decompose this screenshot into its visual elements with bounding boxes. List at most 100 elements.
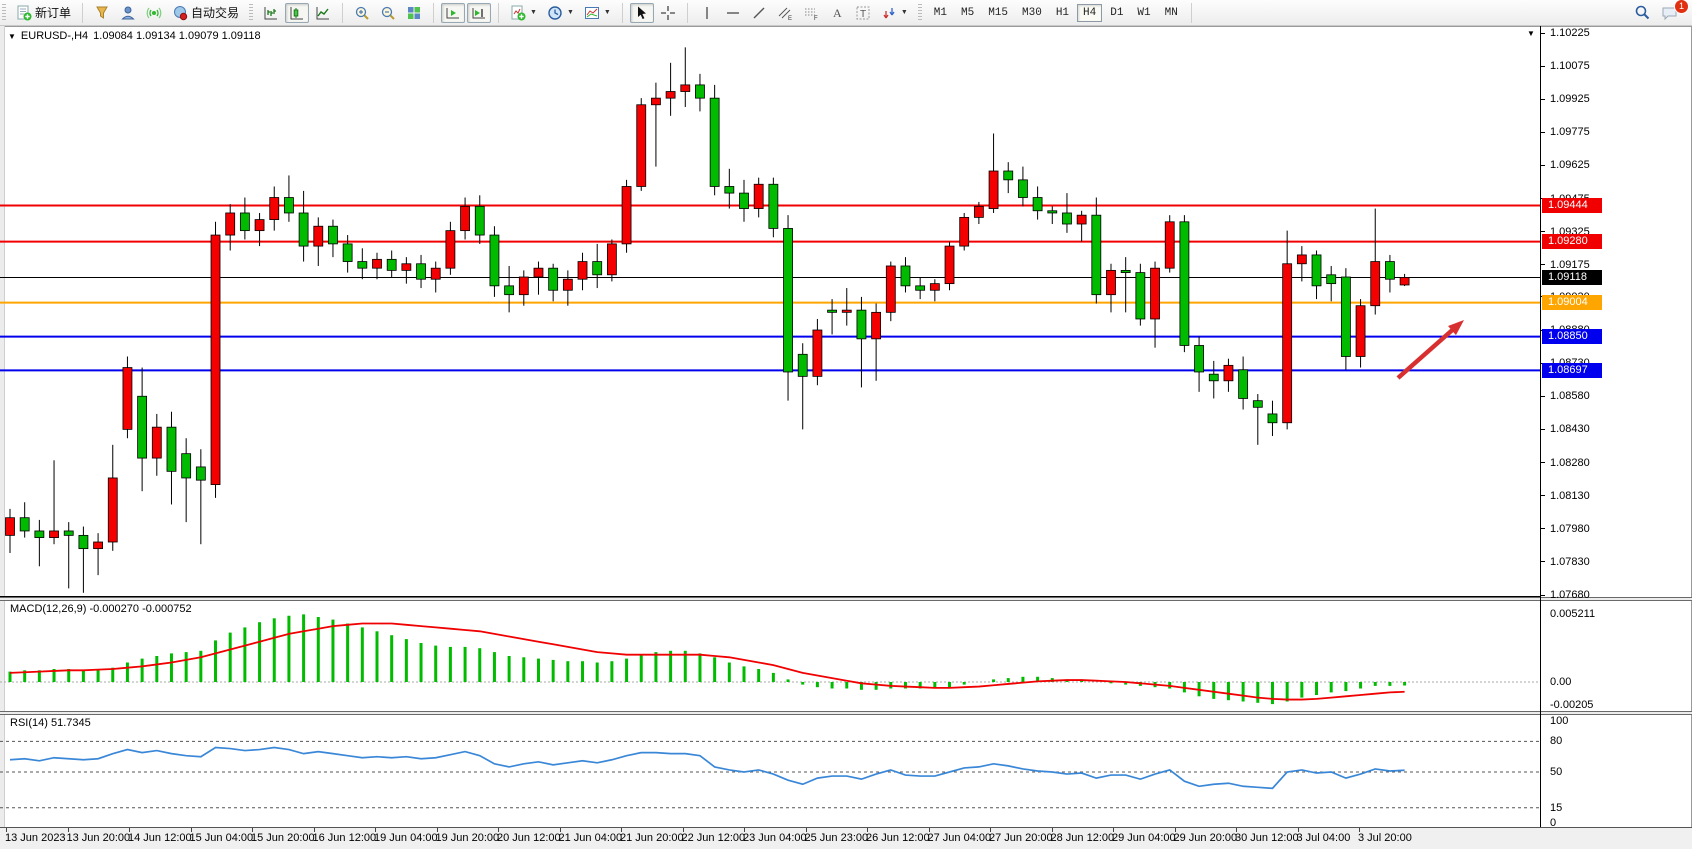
time-axis-label: 20 Jun 12:00 — [497, 832, 561, 844]
line-chart-icon — [315, 5, 331, 21]
arrows-icon — [881, 5, 897, 21]
profile-icon — [120, 5, 136, 21]
candle-body — [549, 268, 558, 290]
main-chart-plot[interactable] — [0, 26, 1692, 597]
periods-button[interactable]: ▼ — [543, 3, 578, 23]
price-axis-tick-mark — [1540, 595, 1545, 596]
line-chart-button[interactable] — [311, 3, 335, 23]
new-order-label: 新订单 — [35, 4, 71, 21]
funnel-icon — [94, 5, 110, 21]
candle — [35, 520, 44, 566]
trend-arrow-annotation[interactable] — [1398, 320, 1464, 378]
templates-button[interactable]: ▼ — [580, 3, 615, 23]
candle-body — [50, 531, 59, 538]
indicators-button[interactable]: ▼ — [506, 3, 541, 23]
text-label-button[interactable]: T — [851, 3, 875, 23]
vertical-line-button[interactable] — [695, 3, 719, 23]
svg-text:T: T — [860, 9, 866, 20]
arrows-button[interactable]: ▼ — [877, 3, 912, 23]
candle-body — [461, 206, 470, 230]
trendline-button[interactable] — [747, 3, 771, 23]
candle-body — [314, 226, 323, 246]
auto-trading-button[interactable]: 自动交易 — [168, 3, 243, 23]
horizontal-line-button[interactable] — [721, 3, 745, 23]
candle-body — [328, 226, 337, 244]
tab-timeframe-H4[interactable]: H4 — [1077, 4, 1102, 22]
svg-text:A: A — [833, 6, 842, 20]
chart-shift-button[interactable] — [467, 3, 491, 23]
candle-body — [1004, 171, 1013, 180]
candlestick-chart-button[interactable] — [285, 3, 309, 23]
time-axis-label: 14 Jun 12:00 — [128, 832, 192, 844]
market-watch-button[interactable] — [90, 3, 114, 23]
candle — [578, 253, 587, 291]
tab-timeframe-D1[interactable]: D1 — [1104, 4, 1129, 22]
candle-body — [960, 217, 969, 246]
tab-timeframe-MN[interactable]: MN — [1159, 4, 1184, 22]
tab-timeframe-M5[interactable]: M5 — [955, 4, 980, 22]
time-axis[interactable]: 13 Jun 202313 Jun 20:0014 Jun 12:0015 Ju… — [0, 827, 1692, 849]
price-axis-tick: 1.08430 — [1550, 422, 1590, 436]
candle — [725, 169, 734, 209]
candle — [1165, 215, 1174, 272]
candle-body — [725, 186, 734, 193]
candle-body — [1062, 213, 1071, 224]
equidistant-channel-button[interactable]: E — [773, 3, 797, 23]
candle — [1092, 198, 1101, 304]
horizontal-line-icon — [725, 5, 741, 21]
tab-timeframe-H1[interactable]: H1 — [1050, 4, 1075, 22]
fibonacci-button[interactable]: F — [799, 3, 823, 23]
zoom-out-button[interactable] — [376, 3, 400, 23]
candle-body — [1195, 345, 1204, 371]
candle — [167, 412, 176, 505]
price-axis-tick-mark — [1540, 33, 1545, 34]
time-axis-label: 19 Jun 20:00 — [436, 832, 500, 844]
rsi-panel[interactable] — [0, 715, 1692, 827]
tab-timeframe-M1[interactable]: M1 — [928, 4, 953, 22]
tab-timeframe-M30[interactable]: M30 — [1016, 4, 1048, 22]
candle — [1356, 299, 1365, 367]
new-order-button[interactable]: 新订单 — [12, 3, 75, 23]
zoom-out-icon — [380, 5, 396, 21]
search-button[interactable] — [1630, 3, 1655, 23]
price-axis-tick-mark — [1540, 264, 1545, 265]
cursor-button[interactable] — [630, 3, 654, 23]
toolbar-drag-handle[interactable] — [2, 4, 6, 22]
candle-body — [769, 184, 778, 228]
macd-axis-tick: -0.00205 — [1550, 698, 1593, 712]
candle-body — [1180, 222, 1189, 346]
chat-button[interactable]: 1 — [1657, 3, 1683, 23]
price-axis-tick-mark — [1540, 528, 1545, 529]
ohlc-toggle-icon[interactable]: ▼ — [8, 32, 16, 41]
auto-scroll-button[interactable] — [441, 3, 465, 23]
candle-body — [299, 213, 308, 246]
profile-button[interactable] — [116, 3, 140, 23]
time-axis-label: 13 Jun 20:00 — [67, 832, 131, 844]
signals-button[interactable] — [142, 3, 166, 23]
price-axis-tick: 1.07830 — [1550, 555, 1590, 569]
toolbar-separator — [498, 3, 499, 23]
tab-timeframe-M15[interactable]: M15 — [982, 4, 1014, 22]
candle — [138, 368, 147, 492]
candle-body — [358, 262, 367, 269]
macd-panel[interactable] — [0, 601, 1692, 711]
tab-timeframe-W1[interactable]: W1 — [1131, 4, 1156, 22]
toolbar-drag-handle[interactable] — [249, 4, 253, 22]
candle — [182, 438, 191, 522]
candle — [240, 198, 249, 240]
zoom-in-button[interactable] — [350, 3, 374, 23]
toolbar-drag-handle[interactable] — [918, 4, 922, 22]
tile-windows-button[interactable] — [402, 3, 426, 23]
text-button[interactable]: A — [825, 3, 849, 23]
symbol-timeframe-label: EURUSD-,H4 — [21, 30, 88, 42]
candle-body — [152, 427, 161, 458]
candle-body — [1092, 215, 1101, 294]
candle — [475, 195, 484, 244]
template-icon — [584, 5, 600, 21]
crosshair-button[interactable] — [656, 3, 680, 23]
candle-body — [651, 98, 660, 105]
zoom-in-icon — [354, 5, 370, 21]
candle — [607, 239, 616, 281]
price-axis-tick-mark — [1540, 561, 1545, 562]
bar-chart-button[interactable] — [259, 3, 283, 23]
